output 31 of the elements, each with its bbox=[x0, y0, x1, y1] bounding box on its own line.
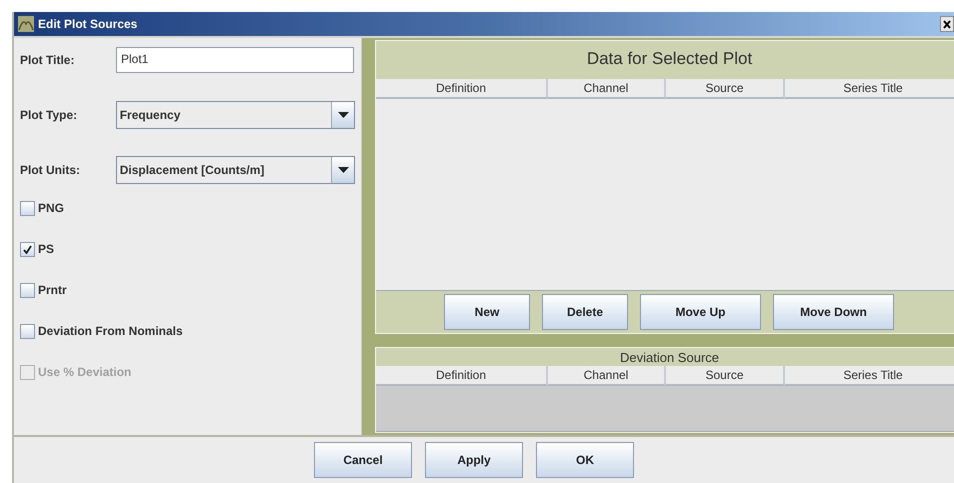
field-label: Plot Title: bbox=[20, 53, 76, 67]
app-icon bbox=[18, 16, 34, 32]
check-icon bbox=[23, 244, 32, 254]
checkbox-label: PS bbox=[38, 242, 54, 256]
checkbox-label: Prntr bbox=[38, 283, 67, 297]
action-button[interactable]: New bbox=[444, 294, 530, 330]
checkbox[interactable] bbox=[20, 242, 35, 256]
action-button[interactable]: Move Down bbox=[773, 294, 894, 330]
panel-title: Data for Selected Plot bbox=[586, 48, 754, 70]
dialog-button[interactable]: Apply bbox=[425, 442, 523, 478]
dialog-button[interactable]: OK bbox=[536, 442, 634, 478]
dropdown[interactable]: Frequency bbox=[116, 101, 355, 129]
field-label: Plot Units: bbox=[20, 163, 81, 177]
checkbox-label: Deviation From Nominals bbox=[38, 324, 183, 338]
text-field[interactable]: Plot1 bbox=[116, 47, 354, 73]
checkbox[interactable] bbox=[20, 200, 35, 216]
dropdown[interactable]: Displacement [Counts/m] bbox=[116, 156, 355, 184]
checkbox-label: PNG bbox=[38, 201, 64, 215]
dropdown-arrow-icon bbox=[338, 167, 348, 173]
panel-title: Deviation Source bbox=[619, 349, 720, 366]
action-button[interactable]: Move Up bbox=[640, 294, 761, 330]
dropdown-arrow-icon bbox=[338, 112, 348, 118]
field-label: Plot Type: bbox=[20, 108, 78, 122]
checkbox[interactable] bbox=[20, 282, 35, 298]
window-title: Edit Plot Sources bbox=[38, 17, 138, 31]
checkbox[interactable] bbox=[20, 324, 35, 338]
action-button[interactable]: Delete bbox=[542, 294, 628, 330]
close-icon bbox=[943, 20, 951, 28]
dialog-button[interactable]: Cancel bbox=[314, 442, 412, 478]
close-button[interactable] bbox=[940, 16, 954, 32]
checkbox-label: Use % Deviation bbox=[38, 365, 132, 379]
